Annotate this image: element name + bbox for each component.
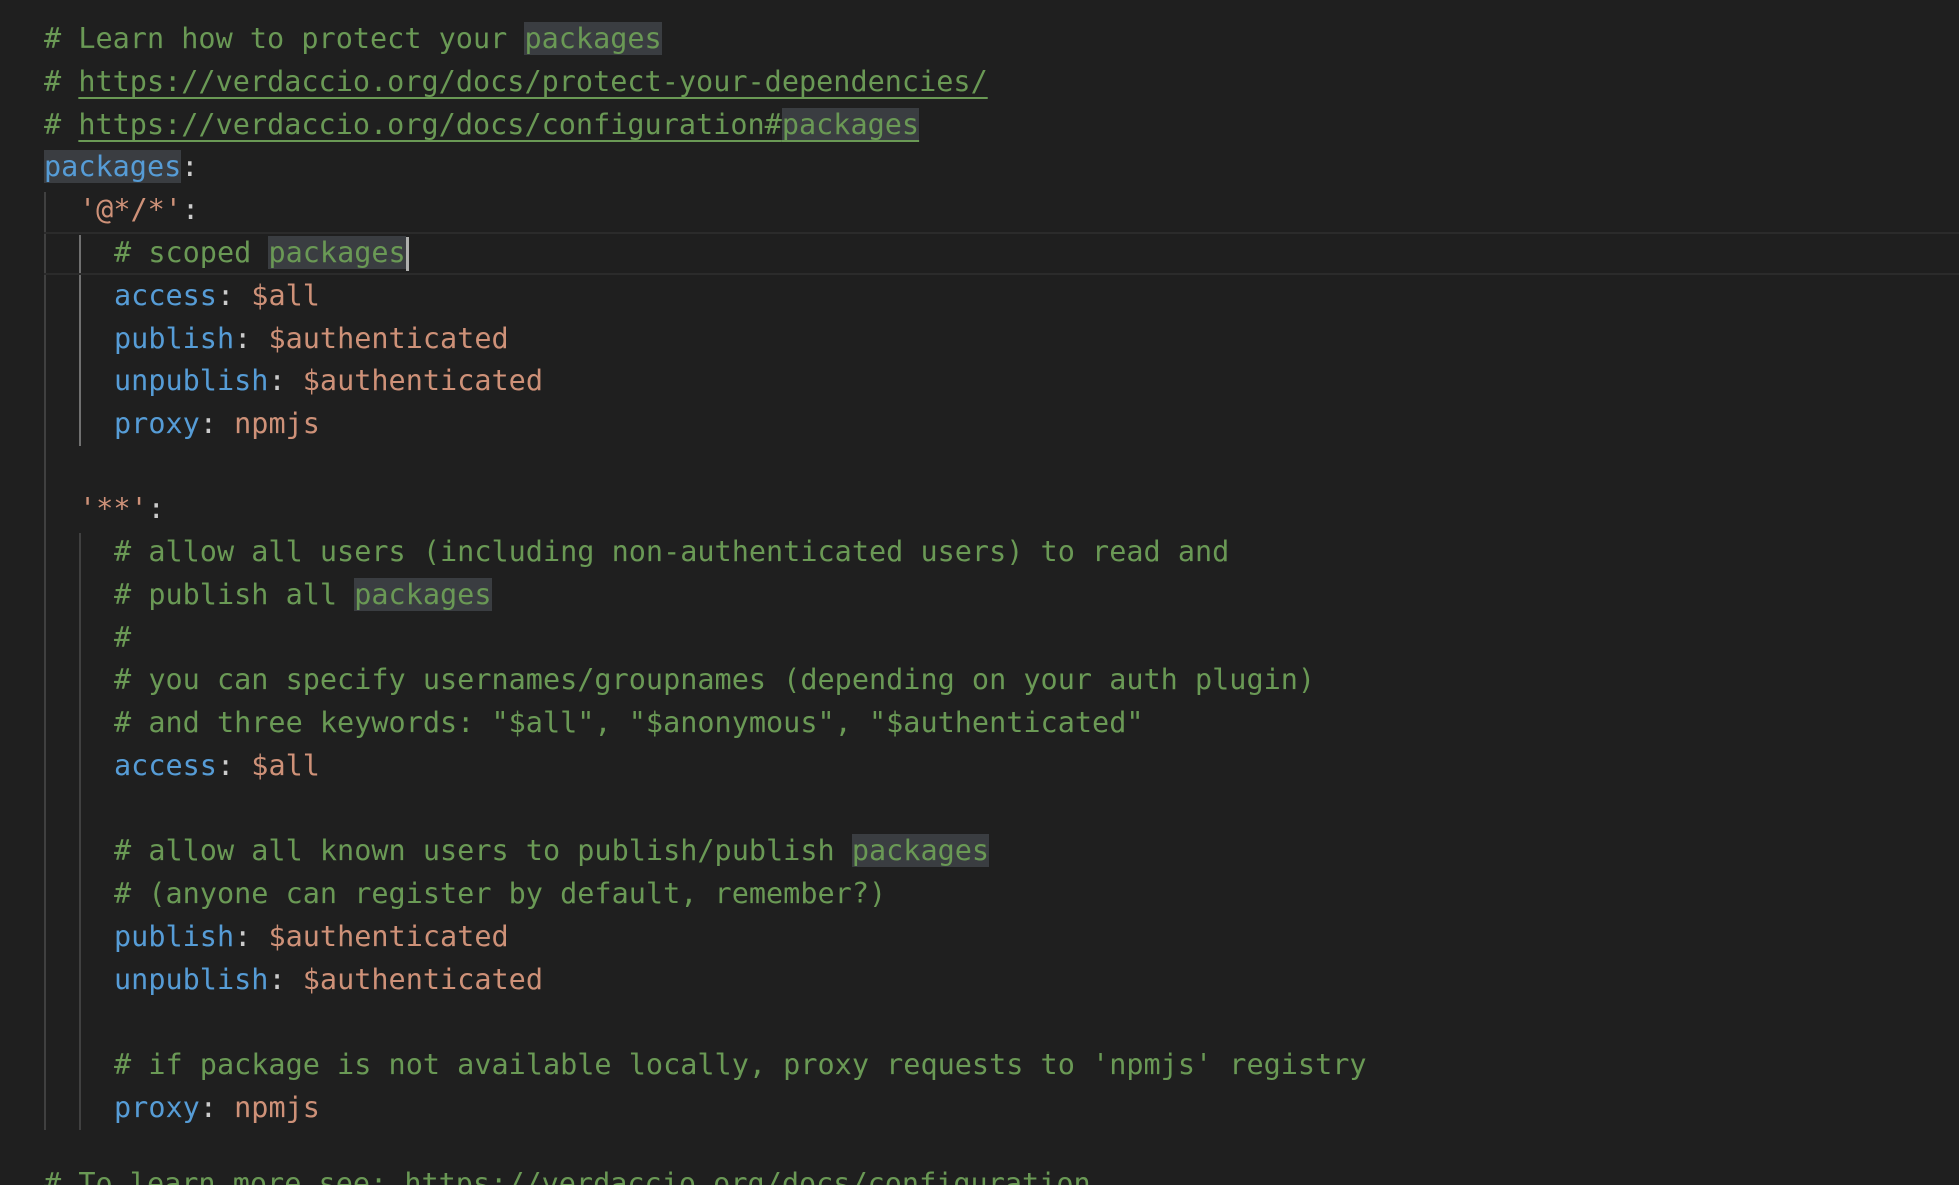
yaml-key: publish bbox=[114, 920, 235, 953]
code-line-26: proxy: npmjs bbox=[0, 1087, 1959, 1130]
comment-text: # publish all bbox=[114, 578, 355, 611]
yaml-colon: : bbox=[216, 749, 252, 782]
comment-hash: # bbox=[44, 65, 79, 98]
comment-text: # To learn more see: https://verdaccio.o… bbox=[44, 1167, 1143, 1185]
yaml-key: access bbox=[114, 749, 217, 782]
comment-text: # if package is not available locally, p… bbox=[114, 1048, 1367, 1081]
search-match: packages bbox=[524, 22, 662, 55]
comment-text: # allow all users (including non-authent… bbox=[114, 535, 1230, 568]
code-line-14: # publish all packages bbox=[0, 574, 1959, 617]
comment-hash: # bbox=[44, 108, 79, 141]
yaml-colon: : bbox=[199, 407, 235, 440]
code-line-12: '**': bbox=[0, 488, 1959, 531]
code-line-25: # if package is not available locally, p… bbox=[0, 1044, 1959, 1087]
yaml-colon: : bbox=[268, 364, 303, 397]
yaml-colon: : bbox=[181, 193, 200, 226]
code-line-28-partial: # To learn more see: https://verdaccio.o… bbox=[0, 1163, 1959, 1185]
comment-text: # and three keywords: "$all", "$anonymou… bbox=[114, 706, 1144, 739]
code-line-20: # allow all known users to publish/publi… bbox=[0, 830, 1959, 873]
code-line-2: # https://verdaccio.org/docs/protect-you… bbox=[0, 61, 1959, 104]
search-match: packages bbox=[851, 834, 990, 867]
yaml-value: $all bbox=[251, 749, 320, 782]
yaml-key: access bbox=[114, 279, 217, 312]
code-line-22: publish: $authenticated bbox=[0, 916, 1959, 959]
comment-text: # allow all known users to publish/publi… bbox=[114, 834, 852, 867]
comment-text: # you can specify usernames/groupnames (… bbox=[114, 663, 1316, 696]
yaml-key: proxy bbox=[114, 407, 200, 440]
yaml-value: npmjs bbox=[234, 407, 320, 440]
comment-text: # scoped bbox=[114, 236, 269, 269]
code-editor[interactable]: # Learn how to protect your packages # h… bbox=[0, 0, 1959, 1185]
code-line-21: # (anyone can register by default, remem… bbox=[0, 873, 1959, 916]
yaml-value: $authenticated bbox=[302, 364, 543, 397]
code-line-3: # https://verdaccio.org/docs/configurati… bbox=[0, 104, 1959, 147]
comment-text: # bbox=[114, 621, 132, 654]
yaml-value: $all bbox=[251, 279, 320, 312]
yaml-colon: : bbox=[181, 150, 199, 183]
code-line-9: unpublish: $authenticated bbox=[0, 360, 1959, 403]
comment-text: # (anyone can register by default, remem… bbox=[114, 877, 887, 910]
yaml-value: $authenticated bbox=[268, 920, 509, 953]
yaml-colon: : bbox=[234, 322, 269, 355]
code-line-23: unpublish: $authenticated bbox=[0, 959, 1959, 1002]
yaml-value: npmjs bbox=[234, 1091, 320, 1124]
code-line-15: # bbox=[0, 617, 1959, 660]
yaml-colon: : bbox=[268, 963, 303, 996]
code-line-18: access: $all bbox=[0, 745, 1959, 788]
yaml-key: proxy bbox=[114, 1091, 200, 1124]
code-line-13: # allow all users (including non-authent… bbox=[0, 531, 1959, 574]
selected-word: packages bbox=[268, 236, 406, 269]
code-line-4: packages: bbox=[0, 146, 1959, 189]
yaml-colon: : bbox=[216, 279, 252, 312]
code-line-7: access: $all bbox=[0, 275, 1959, 318]
yaml-colon: : bbox=[234, 920, 269, 953]
comment-link[interactable]: https://verdaccio.org/docs/configuration… bbox=[78, 108, 782, 141]
yaml-colon: : bbox=[147, 492, 165, 525]
code-line-5: '@*/*': bbox=[0, 189, 1959, 232]
code-line-1: # Learn how to protect your packages bbox=[0, 18, 1959, 61]
search-match[interactable]: packages bbox=[781, 108, 920, 141]
text-cursor bbox=[405, 237, 409, 271]
yaml-key: packages bbox=[44, 150, 182, 183]
code-line-17: # and three keywords: "$all", "$anonymou… bbox=[0, 702, 1959, 745]
yaml-colon: : bbox=[199, 1091, 235, 1124]
code-line-10: proxy: npmjs bbox=[0, 403, 1959, 446]
yaml-value: $authenticated bbox=[302, 963, 543, 996]
comment-link[interactable]: https://verdaccio.org/docs/protect-your-… bbox=[78, 65, 987, 98]
comment-text: # Learn how to protect your bbox=[44, 22, 525, 55]
yaml-value: $authenticated bbox=[268, 322, 509, 355]
yaml-string-key: '@*/*' bbox=[79, 193, 182, 226]
yaml-string-key: '**' bbox=[79, 492, 148, 525]
search-match: packages bbox=[354, 578, 492, 611]
yaml-key: publish bbox=[114, 322, 235, 355]
code-line-8: publish: $authenticated bbox=[0, 318, 1959, 361]
code-line-6-current: # scoped packages bbox=[0, 232, 1959, 275]
yaml-key: unpublish bbox=[114, 963, 269, 996]
code-line-16: # you can specify usernames/groupnames (… bbox=[0, 659, 1959, 702]
yaml-key: unpublish bbox=[114, 364, 269, 397]
